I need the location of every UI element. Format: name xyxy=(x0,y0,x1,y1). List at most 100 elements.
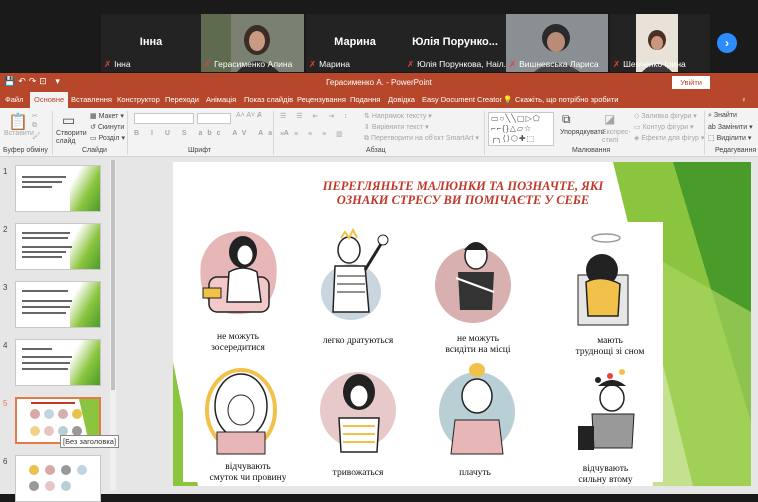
muted-mic-icon: ✗ xyxy=(204,59,212,69)
participant-caption: ✗ Шевченко Ірина xyxy=(613,59,686,69)
participant-tile[interactable]: ✗ Вишневська Лариса xyxy=(506,14,608,72)
signin-button[interactable]: Увійти xyxy=(672,76,710,89)
group-label-paragraph: Абзац xyxy=(366,147,386,154)
participant-caption: ✗ Герасименко Алина xyxy=(204,59,293,69)
tab-view[interactable]: Подання xyxy=(350,95,380,104)
participant-name: Юлія Порунко... xyxy=(412,36,498,48)
thumb-number: 4 xyxy=(3,341,8,350)
illustration-crying-woman xyxy=(439,363,515,455)
slide-thumbnail[interactable] xyxy=(15,165,101,212)
tab-slideshow[interactable]: Показ слайдів xyxy=(244,95,293,104)
caption-6: тривожаться xyxy=(332,468,384,478)
shapes-gallery[interactable]: ▭○╲╲▢▷⬠ ⌐⌐{}△▱☆ ╭╮⟨⟩⬡✚⬚ xyxy=(488,112,554,146)
tab-animations[interactable]: Анімація xyxy=(206,95,236,104)
ribbon-home: 📋 Вставити ✂ ⧉ 🖌 Буфер обміну ▭ Створити… xyxy=(0,108,758,157)
arrange-icon[interactable]: ⧉ xyxy=(562,112,571,127)
slide-thumbnail[interactable] xyxy=(15,281,101,328)
participant-tile[interactable]: Марина ✗ Марина xyxy=(306,14,404,72)
copy-icon[interactable]: ⧉ xyxy=(32,122,37,130)
slide-current[interactable]: ПЕРЕГЛЯНЬТЕ МАЛЮНКИ ТА ПОЗНАЧТЕ, ЯКІ ОЗН… xyxy=(173,162,751,486)
tab-home[interactable]: Основне xyxy=(30,92,69,108)
participant-tile[interactable]: Юлія Порунко... ✗ Юлія Порункова, Наіл... xyxy=(404,14,506,72)
reset-button[interactable]: ↺ Скинути xyxy=(90,123,124,131)
tab-file[interactable]: Файл xyxy=(5,95,23,104)
shape-outline-button[interactable]: ▭ Контур фігури ▾ xyxy=(634,123,694,131)
smartart-button[interactable]: ⧉ Перетворити на об'єкт SmartArt ▾ xyxy=(364,134,479,143)
paste-icon[interactable]: 📋 xyxy=(8,112,28,132)
tab-help[interactable]: Довідка xyxy=(388,95,415,104)
layout-button[interactable]: ▦ Макет ▾ xyxy=(90,112,124,120)
participant-caption: ✗ Вишневська Лариса xyxy=(509,59,599,69)
tab-transitions[interactable]: Переходи xyxy=(165,95,199,104)
muted-mic-icon: ✗ xyxy=(407,59,415,69)
thumb-number: 6 xyxy=(3,457,8,466)
align-text-button[interactable]: ⇕ Вирівняти текст ▾ xyxy=(364,123,429,131)
group-label-drawing: Малювання xyxy=(572,147,611,154)
font-size-select[interactable] xyxy=(197,113,231,124)
font-format-buttons[interactable]: B I U S abc AV Aa A xyxy=(134,130,294,137)
arrange-button[interactable]: Упорядкувати xyxy=(560,129,605,136)
font-family-select[interactable] xyxy=(134,113,194,124)
caption-1: не можуть зосередитися xyxy=(211,332,265,353)
zoom-participants-strip: Інна ✗ Інна ✗ Герасименко Алина Марина ✗ Ма… xyxy=(0,0,758,73)
tab-review[interactable]: Рецензування xyxy=(297,95,346,104)
group-label-font: Шрифт xyxy=(188,147,212,154)
slide-thumbnail[interactable] xyxy=(15,223,101,270)
muted-mic-icon: ✗ xyxy=(309,59,317,69)
format-painter-icon[interactable]: 🖌 xyxy=(32,132,41,140)
title-bar: 💾↶↷⊡ ▾ Герасименко А. - PowerPoint Увійт… xyxy=(0,73,758,92)
shape-effects-button[interactable]: ◈ Ефекти для фігур ▾ xyxy=(634,134,704,142)
align-buttons[interactable]: ≡ ≡ ≡ ≡ ▥ xyxy=(280,130,347,138)
group-label-editing: Редагування xyxy=(715,147,757,154)
thumb-number: 5 xyxy=(3,399,8,408)
muted-mic-icon: ✗ xyxy=(104,59,112,69)
participant-tile[interactable]: ✗ Шевченко Ірина xyxy=(610,14,710,72)
participant-tile-active[interactable]: ✗ Герасименко Алина xyxy=(201,14,304,72)
select-button[interactable]: ⬚ Виділити ▾ xyxy=(708,134,751,142)
text-direction-button[interactable]: ⇅ Напрямок тексту ▾ xyxy=(364,112,432,120)
participant-tile[interactable]: Інна ✗ Інна xyxy=(101,14,201,72)
new-slide-icon[interactable]: ▭ xyxy=(62,112,75,129)
quick-styles-icon[interactable]: ◪ xyxy=(604,112,615,126)
illustration-sad-woman xyxy=(205,368,277,455)
caption-8: відчувають сильну втому xyxy=(578,464,633,485)
participant-caption: ✗ Інна xyxy=(104,59,131,69)
cut-icon[interactable]: ✂ xyxy=(32,112,38,120)
thumb-number: 2 xyxy=(3,225,8,234)
slide-thumbnail[interactable] xyxy=(15,455,101,502)
thumbnail-tooltip: [Без заголовка] xyxy=(60,435,120,448)
participant-name: Інна xyxy=(139,36,163,48)
caption-5: відчувають смуток чи провину xyxy=(209,462,287,483)
participant-caption: ✗ Юлія Порункова, Наіл... xyxy=(407,59,506,69)
illustration-anxious-woman xyxy=(320,372,396,453)
slide-thumbnail[interactable] xyxy=(15,339,101,386)
thumb-number: 3 xyxy=(3,283,8,292)
tell-me-search[interactable]: Скажіть, що потрібно зробити xyxy=(515,95,619,104)
group-label-slides: Слайди xyxy=(82,147,107,154)
caption-7: плачуть xyxy=(459,468,491,478)
participant-caption: ✗ Марина xyxy=(309,59,350,69)
chevron-right-icon[interactable]: › xyxy=(717,33,737,53)
shape-fill-button[interactable]: ◇ Заливка фігури ▾ xyxy=(634,112,697,120)
tab-easy-document-creator[interactable]: Easy Document Creator xyxy=(422,95,502,104)
group-label-clipboard: Буфер обміну xyxy=(3,147,48,154)
illustration-tired-man xyxy=(578,369,635,450)
list-buttons[interactable]: ☰ ☰ ⇤ ⇥ ↕ xyxy=(280,112,352,120)
replace-button[interactable]: ab Замінити ▾ xyxy=(708,123,753,131)
font-grow-shrink[interactable]: A˄ A˅ Ⱥ xyxy=(236,112,262,119)
slide-title[interactable]: ПЕРЕГЛЯНЬТЕ МАЛЮНКИ ТА ПОЗНАЧТЕ, ЯКІ ОЗН… xyxy=(263,179,663,207)
muted-mic-icon: ✗ xyxy=(509,59,517,69)
quick-styles-button[interactable]: Експрес-стилі xyxy=(602,129,632,145)
paste-button[interactable]: Вставити xyxy=(4,130,34,137)
muted-mic-icon: ✗ xyxy=(613,59,621,69)
caption-3: не можуть всидіти на місці xyxy=(445,334,511,355)
tab-insert[interactable]: Вставлення xyxy=(71,95,112,104)
tab-design[interactable]: Конструктор xyxy=(117,95,160,104)
caption-2: легко дратуються xyxy=(322,336,394,346)
find-button[interactable]: ⌕ Знайти xyxy=(708,112,737,120)
new-slide-button[interactable]: Створити слайд xyxy=(56,130,90,146)
section-button[interactable]: ▭ Розділ ▾ xyxy=(90,134,125,142)
illustration-restless-man xyxy=(435,242,511,323)
thumb-number: 1 xyxy=(3,167,8,176)
user-icon[interactable]: ♀ xyxy=(741,95,747,104)
